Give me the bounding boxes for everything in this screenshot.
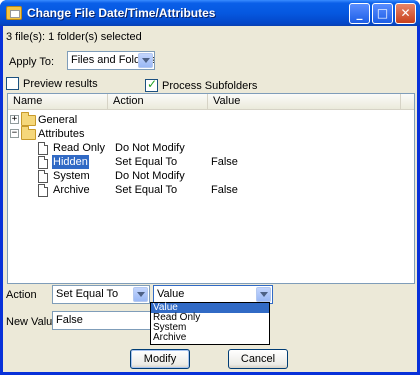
open-folder-icon (21, 126, 36, 140)
cancel-button[interactable]: Cancel (228, 349, 288, 369)
chevron-down-icon[interactable] (133, 287, 148, 302)
file-icon (38, 170, 48, 183)
dialog-window: Change File Date/Time/Attributes _ □ ✕ 3… (0, 0, 420, 375)
column-header-value[interactable]: Value (208, 94, 401, 110)
folder-icon (21, 112, 36, 126)
collapse-icon[interactable]: − (10, 129, 19, 138)
apply-to-combo[interactable]: Files and Folders (67, 51, 155, 70)
new-value-field[interactable]: False (52, 311, 154, 330)
column-header-name[interactable]: Name (8, 94, 108, 110)
selection-summary: 3 file(s): 1 folder(s) selected (6, 31, 142, 43)
action-combo[interactable]: Set Equal To (52, 285, 150, 304)
list-header: Name Action Value (8, 94, 414, 110)
tree-label: General (38, 114, 78, 126)
chevron-down-icon[interactable] (256, 287, 271, 302)
new-value-label: New Value (6, 316, 59, 328)
process-subfolders-label: Process Subfolders (162, 80, 258, 92)
attr-value: False (211, 156, 238, 168)
attr-action: Do Not Modify (115, 170, 185, 182)
minimize-button[interactable]: _ (349, 3, 370, 24)
attr-action: Do Not Modify (115, 142, 185, 154)
expand-icon[interactable]: + (10, 115, 19, 124)
attributes-listview[interactable]: Name Action Value + General − Attributes… (7, 93, 415, 284)
file-icon (38, 184, 48, 197)
attr-name: Archive (53, 184, 90, 196)
file-icon (38, 142, 48, 155)
preview-results-checkbox[interactable] (6, 77, 19, 90)
chevron-down-icon[interactable] (138, 53, 153, 68)
app-icon (6, 6, 22, 20)
action-label: Action (6, 289, 37, 301)
action-value: Set Equal To (56, 288, 119, 300)
tree-group-attributes[interactable]: − Attributes (8, 126, 414, 141)
attr-action: Set Equal To (115, 156, 178, 168)
table-row[interactable]: System Do Not Modify (8, 169, 414, 183)
value-combo-value: Value (157, 288, 185, 300)
window-title: Change File Date/Time/Attributes (27, 6, 216, 20)
apply-to-label: Apply To: (9, 56, 55, 68)
value-dropdown-list[interactable]: Value Read Only System Archive (150, 302, 270, 345)
process-subfolders-checkbox[interactable] (145, 77, 158, 92)
close-button[interactable]: ✕ (395, 3, 416, 24)
attr-name: Read Only (53, 142, 105, 154)
dropdown-option-archive[interactable]: Archive (151, 333, 269, 343)
table-row[interactable]: Archive Set Equal To False (8, 183, 414, 197)
modify-button[interactable]: Modify (130, 349, 190, 369)
attr-name: Hidden (51, 154, 90, 170)
tree-label: Attributes (38, 128, 85, 140)
attr-value: False (211, 184, 238, 196)
table-row-selected[interactable]: Hidden Set Equal To False (8, 154, 414, 170)
column-header-action[interactable]: Action (108, 94, 208, 110)
maximize-button[interactable]: □ (372, 3, 393, 24)
attr-action: Set Equal To (115, 184, 178, 196)
title-bar[interactable]: Change File Date/Time/Attributes _ □ ✕ (0, 0, 420, 26)
tree-group-general[interactable]: + General (8, 112, 414, 127)
file-icon (38, 156, 48, 169)
table-row[interactable]: Read Only Do Not Modify (8, 141, 414, 155)
attr-name: System (53, 170, 90, 182)
preview-results-label: Preview results (23, 78, 98, 90)
